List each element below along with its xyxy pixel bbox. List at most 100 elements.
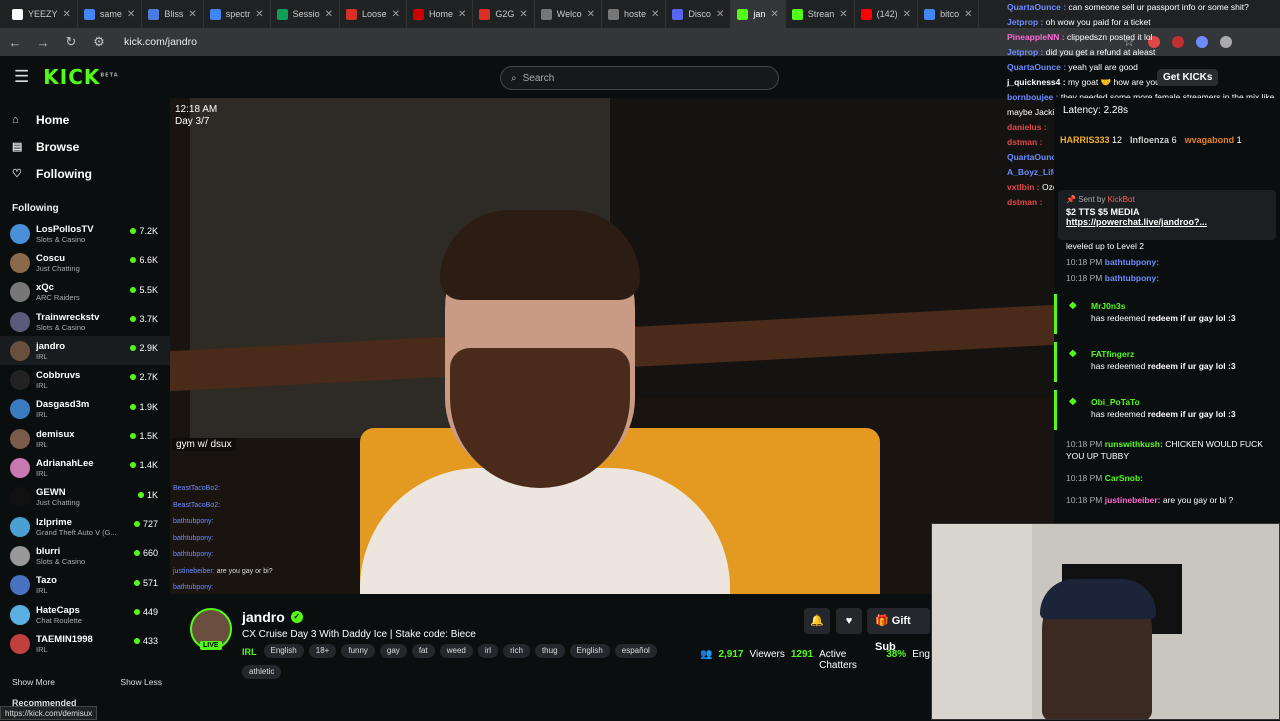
following-item[interactable]: blurri Slots & Casino 660: [0, 541, 170, 570]
tab-close-icon[interactable]: ✕: [519, 9, 527, 20]
following-text: Tazo IRL: [36, 575, 57, 595]
overlay-chat-user: bornboujee :: [1007, 92, 1061, 102]
redeem-user[interactable]: MrJ0n3s: [1091, 300, 1270, 312]
pinned-link[interactable]: https://powerchat.live/jandroo?...: [1066, 217, 1268, 227]
tab-close-icon[interactable]: ✕: [458, 9, 466, 20]
chat-message: 10:18 PM CarSnob:: [1054, 470, 1280, 486]
tab-close-icon[interactable]: ✕: [188, 9, 196, 20]
browser-tab[interactable]: hoste ✕: [602, 0, 667, 28]
category-link[interactable]: IRL: [242, 644, 257, 660]
following-item[interactable]: Cobbruvs IRL 2.7K: [0, 365, 170, 394]
leaderboard-value: 12: [1109, 135, 1123, 145]
following-item[interactable]: Coscu Just Chatting 6.6K: [0, 248, 170, 277]
tab-close-icon[interactable]: ✕: [63, 9, 71, 20]
following-item[interactable]: jandro IRL 2.9K: [0, 336, 170, 366]
following-item[interactable]: demisux IRL 1.5K: [0, 424, 170, 453]
following-item[interactable]: Dasgasd3m IRL 1.9K: [0, 395, 170, 424]
chat-user[interactable]: bathtubpony:: [1105, 257, 1159, 267]
leaderboard-entry[interactable]: HARRIS333 12: [1060, 135, 1122, 145]
following-item[interactable]: GEWN Just Chatting 1K: [0, 483, 170, 512]
following-item[interactable]: lzlprime Grand Theft Auto V (G... 727: [0, 512, 170, 541]
reload-icon[interactable]: ↻: [64, 34, 78, 50]
following-item[interactable]: HateCaps Chat Roulette 449: [0, 600, 170, 629]
search-input[interactable]: ⌕ Search: [500, 66, 779, 90]
stream-tag[interactable]: weed: [439, 644, 473, 658]
browser-tab[interactable]: same ✕: [78, 0, 143, 28]
sidebar-item-following[interactable]: ♡ Following: [0, 160, 170, 187]
avatar: [10, 399, 30, 420]
notification-bell-button[interactable]: 🔔: [804, 608, 830, 634]
menu-icon[interactable]: ☰: [14, 67, 29, 87]
chat-user[interactable]: justinebeiber:: [1105, 495, 1161, 505]
site-info-icon[interactable]: ⚙: [92, 34, 106, 50]
tab-close-icon[interactable]: ✕: [716, 9, 724, 20]
browser-tab[interactable]: YEEZY ✕: [6, 0, 78, 28]
back-icon[interactable]: ←: [8, 35, 22, 50]
chat-time: 10:18 PM: [1066, 273, 1105, 283]
viewer-count-value: 1.5K: [139, 431, 158, 442]
show-more-button[interactable]: Show More: [12, 677, 55, 687]
tab-close-icon[interactable]: ✕: [127, 9, 135, 20]
kick-logo[interactable]: KICKBETA: [43, 65, 118, 89]
chat-user[interactable]: CarSnob:: [1105, 473, 1143, 483]
forward-icon[interactable]: →: [36, 35, 50, 50]
live-badge: LIVE: [200, 641, 222, 650]
following-item[interactable]: Tazo IRL 571: [0, 571, 170, 600]
following-item[interactable]: Trainwreckstv Slots & Casino 3.7K: [0, 307, 170, 336]
overlay-chat-line: j_quickness4 : my goat 🤝 how are you: [1007, 75, 1280, 90]
tab-close-icon[interactable]: ✕: [325, 9, 333, 20]
show-less-button[interactable]: Show Less: [120, 677, 162, 687]
redeem-user[interactable]: FATfingerz: [1091, 348, 1270, 360]
chat-user[interactable]: bathtubpony:: [1105, 273, 1159, 283]
stream-tag[interactable]: gay: [379, 644, 407, 658]
chat-user[interactable]: runswithkush:: [1105, 439, 1163, 449]
stream-tag[interactable]: English: [569, 644, 610, 658]
browser-tab[interactable]: G2G ✕: [473, 0, 535, 28]
tab-close-icon[interactable]: ✕: [770, 9, 778, 20]
browser-tab[interactable]: spectr ✕: [204, 0, 271, 28]
gift-sub-button[interactable]: 🎁 Gift Sub: [867, 608, 930, 653]
tab-close-icon[interactable]: ✕: [651, 9, 659, 20]
following-item[interactable]: LosPollosTV Slots & Casino 7.2K: [0, 219, 170, 248]
stream-tag[interactable]: fat: [411, 644, 435, 658]
stream-tag[interactable]: funny: [341, 644, 375, 658]
browser-tab[interactable]: Sessio ✕: [271, 0, 341, 28]
tab-close-icon[interactable]: ✕: [255, 9, 263, 20]
following-item[interactable]: AdrianahLee IRL 1.4K: [0, 453, 170, 482]
stream-tag[interactable]: irl: [477, 644, 499, 658]
latency-indicator: Latency: 2.28s: [1063, 105, 1129, 116]
stream-tag[interactable]: athletic: [242, 665, 282, 679]
bell-icon: 🔔: [810, 615, 824, 627]
stream-tag[interactable]: English: [263, 644, 304, 658]
stream-tag[interactable]: español: [614, 644, 657, 658]
browser-tab[interactable]: Loose ✕: [340, 0, 407, 28]
sidebar-item-home[interactable]: ⌂ Home: [0, 106, 170, 133]
tab-favicon-icon: [672, 8, 684, 20]
browser-tab[interactable]: Bliss ✕: [142, 0, 204, 28]
browser-tab[interactable]: Home ✕: [407, 0, 474, 28]
stream-tag[interactable]: rich: [503, 644, 530, 658]
leaderboard-entry[interactable]: wvagabond 1: [1185, 135, 1242, 145]
redeem-user[interactable]: Obi_PoTaTo: [1091, 396, 1270, 408]
gem-icon: ◆: [1069, 348, 1077, 359]
following-name: blurri: [36, 545, 61, 557]
tab-favicon-icon: [479, 8, 491, 20]
url-field[interactable]: kick.com/jandro: [124, 36, 197, 48]
tab-close-icon[interactable]: ✕: [392, 9, 400, 20]
following-category: IRL: [36, 381, 48, 391]
stream-tag[interactable]: 18+: [308, 644, 337, 658]
browser-tab[interactable]: jan ✕: [731, 0, 786, 28]
tab-label: Loose: [362, 9, 387, 19]
browser-tab[interactable]: Welco ✕: [535, 0, 602, 28]
overlay-chat-message: did you get a refund at aleast: [1045, 47, 1156, 57]
following-item[interactable]: TAEMIN1998 IRL 433: [0, 629, 170, 658]
sidebar-item-browse[interactable]: ▤ Browse: [0, 133, 170, 160]
follow-button[interactable]: ♥: [836, 608, 862, 634]
leaderboard-entry[interactable]: Infloenza 6: [1130, 135, 1177, 145]
tab-close-icon[interactable]: ✕: [587, 9, 595, 20]
stream-tag[interactable]: thug: [534, 644, 565, 658]
following-item[interactable]: xQc ARC Raiders 5.5K: [0, 278, 170, 307]
channel-name[interactable]: jandro: [242, 609, 285, 625]
browser-tab[interactable]: Disco ✕: [666, 0, 732, 28]
get-kicks-button[interactable]: Get KICKs: [1157, 69, 1219, 86]
